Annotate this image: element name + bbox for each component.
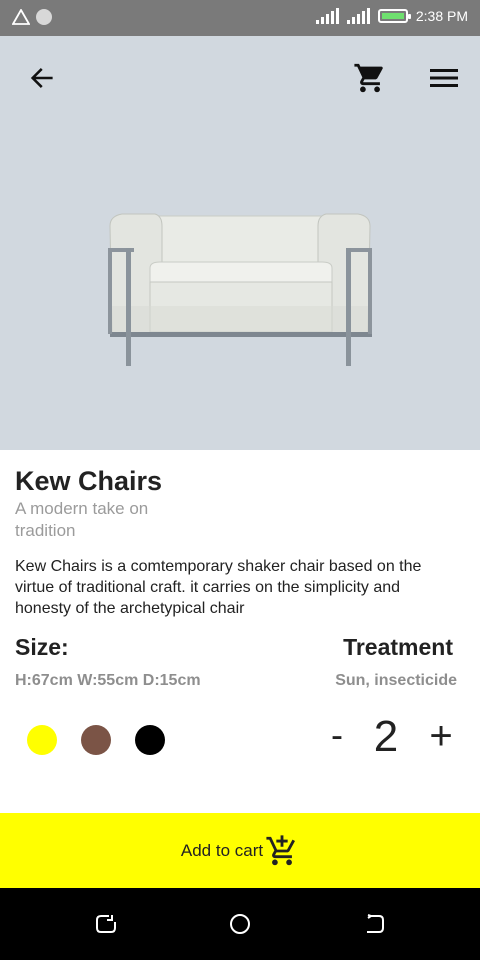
signal-strength-icon: [315, 8, 339, 24]
color-swatch-brown[interactable]: [81, 725, 111, 755]
system-nav-bar: [0, 888, 480, 960]
size-value: H:67cm W:55cm D:15cm: [15, 672, 201, 689]
signal-strength-2-icon: [346, 8, 370, 24]
add-to-cart-label: Add to cart: [180, 840, 264, 860]
color-swatch-black[interactable]: [135, 725, 165, 755]
treatment-value: Sun, insecticide: [335, 672, 457, 689]
arrow-back-icon: [30, 68, 53, 88]
quantity-increase-button[interactable]: +: [424, 714, 458, 759]
product-subtitle: A modern take on tradition: [15, 499, 149, 540]
warning-triangle-icon: [12, 9, 30, 25]
product-description: Kew Chairs is a comtemporary shaker chai…: [15, 558, 422, 617]
menu-button[interactable]: [426, 60, 462, 96]
home-icon[interactable]: [228, 912, 252, 936]
quantity-decrease-button[interactable]: -: [326, 714, 348, 756]
color-swatch-yellow[interactable]: [27, 725, 57, 755]
back-nav-icon[interactable]: [362, 912, 386, 936]
status-time: 2:38 PM: [415, 8, 468, 24]
add-to-cart-button[interactable]: Add to cart: [0, 813, 480, 888]
notification-dot-icon: [36, 9, 52, 25]
status-bar: 2:38 PM: [0, 0, 480, 36]
shopping-cart-icon: [354, 63, 383, 93]
status-right: 2:38 PM: [315, 8, 468, 24]
treatment-label: Treatment: [343, 634, 453, 660]
product-image: [108, 213, 372, 366]
cart-button[interactable]: [352, 60, 388, 96]
size-label: Size:: [15, 634, 69, 660]
product-hero: [0, 36, 480, 450]
battery-icon: [377, 9, 411, 23]
hamburger-menu-icon: [430, 69, 458, 87]
add-shopping-cart-icon: [266, 834, 296, 865]
back-button[interactable]: [24, 60, 60, 96]
recent-apps-icon[interactable]: [94, 912, 118, 936]
product-title: Kew Chairs: [15, 466, 163, 496]
quantity-value: 2: [373, 712, 399, 761]
status-left: [12, 9, 52, 25]
